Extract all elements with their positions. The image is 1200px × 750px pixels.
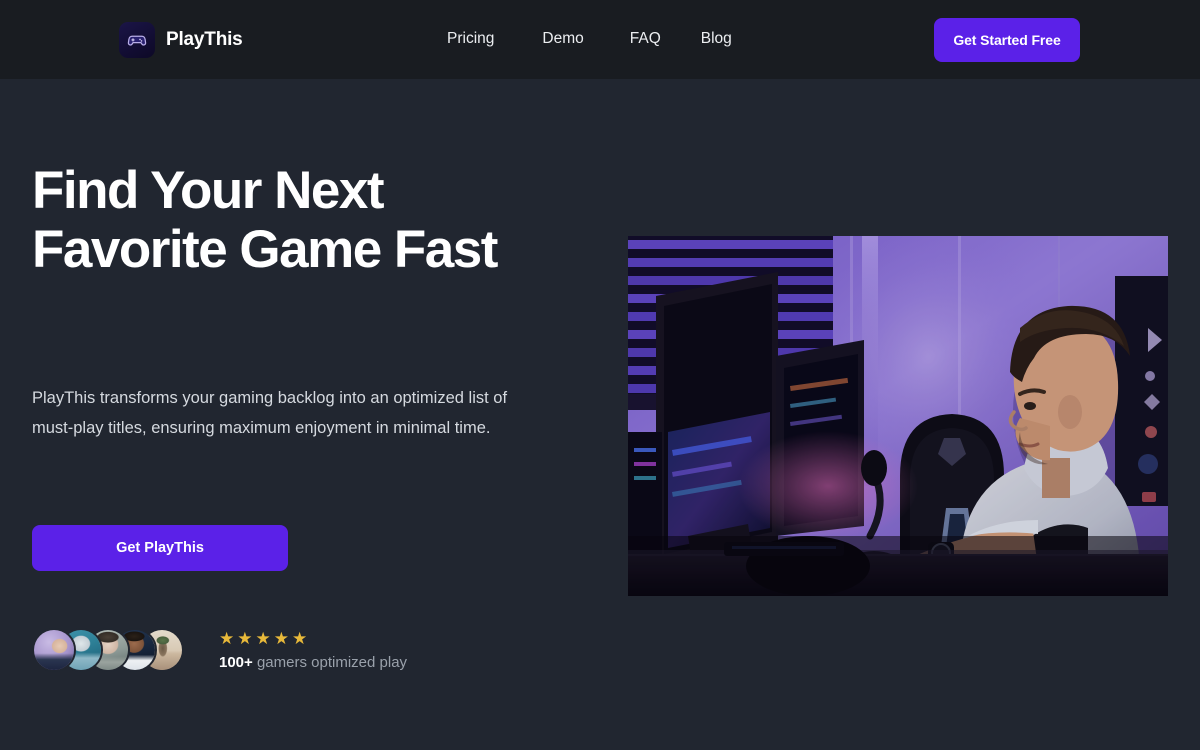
nav-item-pricing[interactable]: Pricing [447, 30, 494, 48]
user-count-line: 100+ gamers optimized play [219, 654, 407, 671]
get-started-free-button[interactable]: Get Started Free [934, 18, 1080, 62]
user-count: 100+ [219, 653, 253, 671]
avatar-group [32, 628, 184, 672]
star-icon: ★ [292, 628, 308, 648]
get-playthis-button[interactable]: Get PlayThis [32, 525, 288, 571]
hero-image [628, 236, 1168, 596]
brand-name: PlayThis [166, 29, 243, 50]
main-nav: Pricing Demo FAQ Blog [447, 30, 732, 48]
social-proof-text: ★ ★ ★ ★ ★ 100+ gamers optimized play [219, 630, 407, 671]
hero-subheadline: PlayThis transforms your gaming backlog … [32, 389, 508, 438]
nav-item-demo[interactable]: Demo [542, 30, 583, 48]
brand-logo[interactable]: PlayThis [119, 22, 243, 58]
hero-section: Find Your Next Favorite Game Fast PlayTh… [0, 79, 1200, 750]
star-rating: ★ ★ ★ ★ ★ [219, 630, 407, 647]
star-icon: ★ [273, 628, 289, 648]
page-title: Find Your Next Favorite Game Fast [32, 161, 498, 280]
nav-item-faq[interactable]: FAQ [630, 30, 661, 48]
gamepad-icon [119, 22, 155, 58]
user-count-suffix: gamers optimized play [256, 653, 408, 671]
star-icon: ★ [219, 628, 235, 648]
avatar [32, 628, 76, 672]
nav-item-blog[interactable]: Blog [701, 30, 732, 48]
star-icon: ★ [255, 628, 271, 648]
site-header: PlayThis Pricing Demo FAQ Blog Get Start… [0, 0, 1200, 79]
social-proof: ★ ★ ★ ★ ★ 100+ gamers optimized play [32, 628, 407, 672]
star-icon: ★ [237, 628, 253, 648]
